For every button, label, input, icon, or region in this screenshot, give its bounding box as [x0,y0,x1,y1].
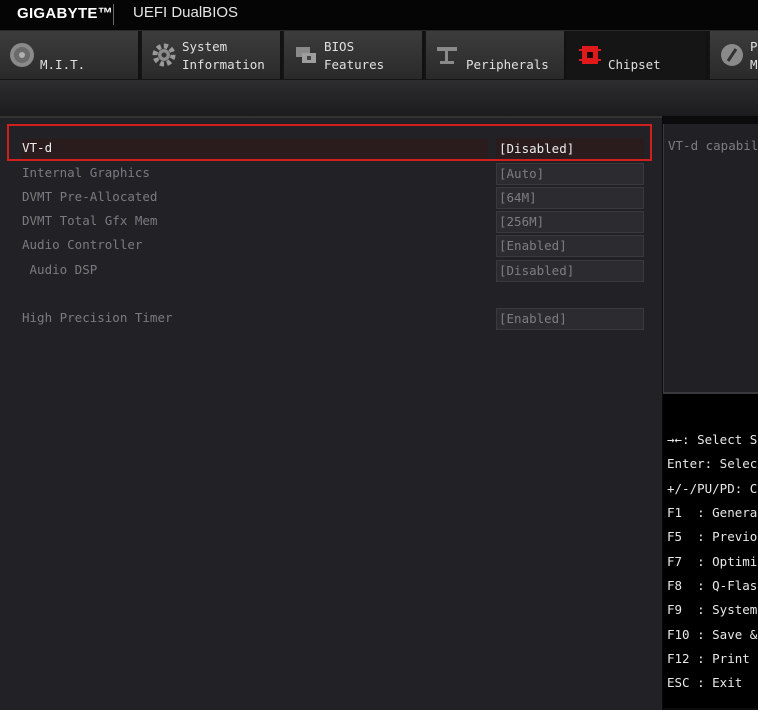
tab-peripherals[interactable]: Peripherals [426,31,566,79]
key-help-item: F5 : Previo [667,529,758,544]
setting-value[interactable]: [Disabled] [496,260,644,282]
tab-chipset[interactable]: Chipset [568,31,708,79]
setting-value[interactable]: [256M] [496,211,644,233]
tab-peripherals-label: Peripherals [466,57,549,72]
gigabyte-logo: GIGABYTE™ [17,5,114,22]
setting-row-dvmt-pre-allocated[interactable]: DVMT Pre-Allocated [64M] [0,187,662,209]
setting-value[interactable]: [Enabled] [496,235,644,257]
key-help-item: F10 : Save & [667,627,758,642]
header-divider [113,4,114,25]
setting-label: Internal Graphics [22,165,150,180]
top-bar: GIGABYTE™ UEFI DualBIOS [0,0,758,31]
setting-row-internal-graphics[interactable]: Internal Graphics [Auto] [0,163,662,185]
key-help-item: →←: Select S [667,432,758,447]
key-help-item: F1 : Genera [667,505,758,520]
settings-panel: VT-d [Disabled] Internal Graphics [Auto]… [0,116,662,710]
tab-power-management[interactable]: P M [710,31,758,79]
key-help-item: F8 : Q-Flas [667,578,758,593]
key-help-item: Enter: Selec [667,456,758,471]
help-panel: VT-d capabili [663,124,758,394]
key-help-item: +/-/PU/PD: C [667,481,758,496]
setting-label: DVMT Total Gfx Mem [22,213,158,228]
main-tab-bar: M.I.T. System Information BIOS Features … [0,31,758,80]
setting-label: Audio DSP [22,262,98,277]
peripherals-icon [437,47,457,64]
tab-system-information[interactable]: System Information [142,31,282,79]
setting-label: DVMT Pre-Allocated [22,189,158,204]
tab-mit[interactable]: M.I.T. [0,31,140,79]
power-icon [721,44,743,66]
key-help-item: ESC : Exit [667,675,743,690]
dial-icon [10,43,34,67]
setting-row-dvmt-total-gfx-mem[interactable]: DVMT Total Gfx Mem [256M] [0,211,662,233]
gear-icon [152,43,176,67]
setting-value[interactable]: [64M] [496,187,644,209]
bios-chip-icon [296,47,316,63]
key-help-item: F7 : Optimi [667,554,758,569]
setting-value[interactable]: [Auto] [496,163,644,185]
tab-system-line2: Information [182,57,265,72]
highlight-box [7,124,652,161]
product-title: UEFI DualBIOS [133,4,239,21]
setting-value[interactable]: [Enabled] [496,308,644,330]
tab-bios-line1: BIOS [324,39,355,54]
setting-row-high-precision-timer[interactable]: High Precision Timer [Enabled] [0,308,662,330]
help-description: VT-d capabili [668,138,758,153]
tab-bios-line2: Features [324,57,385,72]
chipset-icon [579,46,601,64]
sub-header-band [0,80,758,116]
tab-power-line2: M [750,57,758,72]
tab-bios-features[interactable]: BIOS Features [284,31,424,79]
key-help-item: F12 : Print [667,651,750,666]
tab-system-line1: System [182,39,228,54]
tab-mit-label: M.I.T. [40,57,86,72]
setting-row-audio-controller[interactable]: Audio Controller [Enabled] [0,235,662,257]
setting-row-audio-dsp[interactable]: Audio DSP [Disabled] [0,260,662,282]
setting-label: Audio Controller [22,237,143,252]
key-help-panel: →←: Select S Enter: Selec +/-/PU/PD: C F… [663,394,758,708]
key-help-item: F9 : System [667,602,758,617]
setting-label: High Precision Timer [22,310,173,325]
tab-chipset-label: Chipset [608,57,661,72]
tab-power-line1: P [750,39,758,54]
